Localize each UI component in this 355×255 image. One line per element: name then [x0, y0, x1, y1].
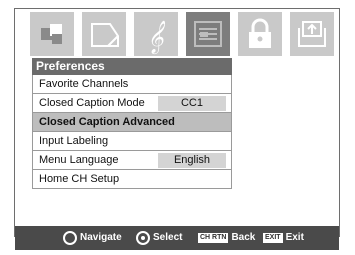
menu-item-label: Closed Caption Advanced [39, 116, 175, 128]
preferences-menu: Favorite Channels Closed Caption Mode CC… [32, 75, 232, 189]
guide-back: CH RTN Back [198, 226, 255, 250]
menu-icon-bar: 𝄞 [30, 12, 336, 56]
menu-item-label: Closed Caption Mode [39, 97, 145, 109]
guide-back-label: Back [231, 232, 256, 243]
menu-item-input-labeling[interactable]: Input Labeling [33, 132, 231, 151]
preferences-panel: Preferences Favorite Channels Closed Cap… [32, 58, 232, 189]
tab-lock[interactable] [238, 12, 282, 56]
guide-exit-label: Exit [285, 232, 304, 243]
tab-preferences[interactable] [186, 12, 230, 56]
tv-menu-screen: 𝄞 Preferences Favorite Channels Closed C… [0, 0, 355, 255]
menu-item-label: Home CH Setup [39, 173, 120, 185]
tab-picture[interactable] [30, 12, 74, 56]
menu-item-favorite-channels[interactable]: Favorite Channels [33, 75, 231, 94]
navigate-pad-icon [63, 231, 77, 245]
closed-caption-mode-value[interactable]: CC1 [158, 96, 226, 111]
guide-select: Select [136, 226, 182, 250]
menu-item-label: Menu Language [39, 154, 119, 166]
ch-rtn-key-icon: CH RTN [198, 233, 229, 243]
menu-item-home-ch-setup[interactable]: Home CH Setup [33, 170, 231, 189]
menu-item-label: Input Labeling [39, 135, 109, 147]
guide-select-label: Select [153, 232, 183, 243]
button-guide-bar: Navigate Select CH RTN Back EXIT Exit [15, 226, 339, 250]
menu-language-value[interactable]: English [158, 153, 226, 168]
tab-setup[interactable] [290, 12, 334, 56]
menu-item-closed-caption-mode[interactable]: Closed Caption Mode CC1 [33, 94, 231, 113]
tab-audio[interactable]: 𝄞 [134, 12, 178, 56]
guide-navigate: Navigate [63, 226, 122, 250]
picture-settings-icon [91, 23, 119, 47]
svg-text:𝄞: 𝄞 [147, 20, 166, 55]
guide-exit: EXIT Exit [263, 226, 304, 250]
tab-picture-settings[interactable] [82, 12, 126, 56]
select-button-icon [136, 231, 150, 245]
setup-icon [298, 21, 326, 47]
menu-item-closed-caption-advanced[interactable]: Closed Caption Advanced [33, 113, 231, 132]
lock-icon [249, 18, 271, 48]
menu-item-label: Favorite Channels [39, 78, 129, 90]
audio-icon: 𝄞 [147, 20, 166, 55]
exit-key-icon: EXIT [263, 233, 283, 243]
guide-navigate-label: Navigate [80, 232, 122, 243]
panel-title: Preferences [32, 58, 232, 75]
picture-icon [41, 24, 62, 44]
preferences-icon [194, 21, 222, 47]
menu-item-menu-language[interactable]: Menu Language English [33, 151, 231, 170]
